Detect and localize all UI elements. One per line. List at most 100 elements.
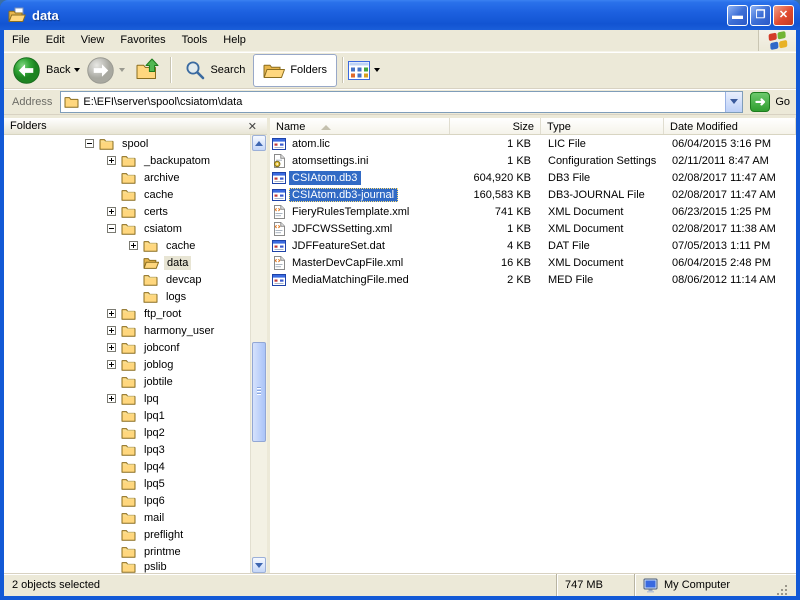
file-row[interactable]: atom.lic1 KBLIC File06/04/2015 3:16 PM (270, 135, 796, 152)
menu-item-favorites[interactable]: Favorites (112, 30, 173, 51)
file-name[interactable]: FieryRulesTemplate.xml (289, 205, 413, 219)
tree-item-jobtile[interactable]: jobtile (4, 373, 250, 390)
plus-expand-box[interactable] (107, 360, 116, 369)
tree-item-label[interactable]: csiatom (141, 222, 185, 236)
close-button[interactable]: ✕ (773, 5, 794, 26)
tree-item-label[interactable]: lpq (141, 392, 162, 406)
tree-item-ftp_root[interactable]: ftp_root (4, 305, 250, 322)
up-button[interactable] (135, 57, 161, 83)
forward-button[interactable] (86, 56, 131, 85)
tree-item-mail[interactable]: mail (4, 509, 250, 526)
close-folders-panel-button[interactable]: ✕ (244, 120, 261, 133)
forward-dropdown-caret[interactable] (119, 68, 125, 72)
plus-expand-box[interactable] (107, 309, 116, 318)
file-name[interactable]: JDFCWSSetting.xml (289, 222, 396, 236)
tree-item-devcap[interactable]: devcap (4, 271, 250, 288)
tree-item-label[interactable]: harmony_user (141, 324, 217, 338)
titlebar[interactable]: data ▬ ❐ ✕ (0, 0, 800, 30)
file-name-cell[interactable]: JDFFeatureSet.dat (270, 239, 450, 253)
folders-toggle-button[interactable]: Folders (253, 54, 337, 87)
column-header-size[interactable]: Size (450, 118, 541, 134)
tree-item-label[interactable]: lpq3 (141, 443, 168, 457)
tree-item-lpq3[interactable]: lpq3 (4, 441, 250, 458)
tree-item-lpq[interactable]: lpq (4, 390, 250, 407)
plus-expand-box[interactable] (107, 394, 116, 403)
file-name[interactable]: CSIAtom.db3 (289, 171, 361, 185)
minus-expand-box[interactable] (107, 224, 116, 233)
tree-item-joblog[interactable]: joblog (4, 356, 250, 373)
tree-item-spool[interactable]: spool (4, 135, 250, 152)
file-name[interactable]: MasterDevCapFile.xml (289, 256, 407, 270)
tree-item-label[interactable]: jobconf (141, 341, 182, 355)
file-row[interactable]: CSIAtom.db3-journal160,583 KBDB3-JOURNAL… (270, 186, 796, 203)
views-button[interactable] (348, 61, 386, 80)
tree-item-logs[interactable]: logs (4, 288, 250, 305)
tree-item-label[interactable]: ftp_root (141, 307, 184, 321)
tree-item-label[interactable]: devcap (163, 273, 204, 287)
tree-item-cache[interactable]: cache (4, 186, 250, 203)
menu-item-tools[interactable]: Tools (174, 30, 216, 51)
file-name-cell[interactable]: atom.lic (270, 137, 450, 151)
scroll-down-button[interactable] (252, 557, 266, 573)
tree-item-label[interactable]: lpq1 (141, 409, 168, 423)
tree-item-csiatom[interactable]: csiatom (4, 220, 250, 237)
tree-item-pslib[interactable]: pslib (4, 560, 250, 573)
address-value[interactable]: E:\EFI\server\spool\csiatom\data (83, 96, 725, 108)
menu-item-view[interactable]: View (73, 30, 113, 51)
go-button[interactable]: ➜ Go (750, 92, 790, 112)
tree-item-label[interactable]: spool (119, 137, 151, 151)
tree-item-label[interactable]: mail (141, 511, 167, 525)
file-row[interactable]: FieryRulesTemplate.xml741 KBXML Document… (270, 203, 796, 220)
tree-item-label[interactable]: preflight (141, 528, 186, 542)
tree-item-label[interactable]: lpq6 (141, 494, 168, 508)
scroll-up-button[interactable] (252, 135, 266, 151)
address-dropdown-button[interactable] (725, 92, 742, 112)
file-row[interactable]: JDFFeatureSet.dat4 KBDAT File07/05/2013 … (270, 237, 796, 254)
tree-item-label[interactable]: data (164, 256, 191, 270)
file-name[interactable]: CSIAtom.db3-journal (289, 188, 398, 202)
plus-expand-box[interactable] (107, 207, 116, 216)
file-name[interactable]: MediaMatchingFile.med (289, 273, 413, 287)
file-name-cell[interactable]: JDFCWSSetting.xml (270, 222, 450, 236)
back-button[interactable]: Back (12, 56, 86, 85)
views-dropdown-caret[interactable] (374, 68, 380, 72)
tree-item-label[interactable]: lpq5 (141, 477, 168, 491)
maximize-button[interactable]: ❐ (750, 5, 771, 26)
file-name[interactable]: JDFFeatureSet.dat (289, 239, 389, 253)
tree-item-label[interactable]: cache (141, 188, 176, 202)
tree-item-label[interactable]: joblog (141, 358, 176, 372)
back-dropdown-caret[interactable] (74, 68, 80, 72)
file-name-cell[interactable]: MasterDevCapFile.xml (270, 256, 450, 270)
column-header-date-modified[interactable]: Date Modified (664, 118, 796, 134)
tree-item-lpq6[interactable]: lpq6 (4, 492, 250, 509)
file-row[interactable]: MediaMatchingFile.med2 KBMED File08/06/2… (270, 271, 796, 288)
tree-item-harmony_user[interactable]: harmony_user (4, 322, 250, 339)
file-row[interactable]: CSIAtom.db3604,920 KBDB3 File02/08/2017 … (270, 169, 796, 186)
resize-grip[interactable] (776, 584, 788, 596)
tree-item-preflight[interactable]: preflight (4, 526, 250, 543)
tree-item-lpq1[interactable]: lpq1 (4, 407, 250, 424)
tree-item-archive[interactable]: archive (4, 169, 250, 186)
file-name-cell[interactable]: FieryRulesTemplate.xml (270, 205, 450, 219)
file-name[interactable]: atomsettings.ini (289, 154, 372, 168)
plus-expand-box[interactable] (129, 241, 138, 250)
tree-item-label[interactable]: cache (163, 239, 198, 253)
file-name-cell[interactable]: atomsettings.ini (270, 154, 450, 168)
tree-item-label[interactable]: lpq4 (141, 460, 168, 474)
tree-item-label[interactable]: _backupatom (141, 154, 213, 168)
file-name-cell[interactable]: MediaMatchingFile.med (270, 273, 450, 287)
plus-expand-box[interactable] (107, 326, 116, 335)
tree-item-lpq2[interactable]: lpq2 (4, 424, 250, 441)
tree-item-printme[interactable]: printme (4, 543, 250, 560)
menu-item-edit[interactable]: Edit (38, 30, 73, 51)
tree-item-label[interactable]: jobtile (141, 375, 176, 389)
tree-item-label[interactable]: logs (163, 290, 189, 304)
file-row[interactable]: JDFCWSSetting.xml1 KBXML Document02/08/2… (270, 220, 796, 237)
tree-item-label[interactable]: printme (141, 545, 184, 559)
tree-item-data[interactable]: data (4, 254, 250, 271)
menu-item-help[interactable]: Help (215, 30, 254, 51)
tree-item-certs[interactable]: certs (4, 203, 250, 220)
column-header-name[interactable]: Name (270, 118, 450, 134)
tree-item-jobconf[interactable]: jobconf (4, 339, 250, 356)
go-arrow-icon[interactable]: ➜ (750, 92, 770, 112)
